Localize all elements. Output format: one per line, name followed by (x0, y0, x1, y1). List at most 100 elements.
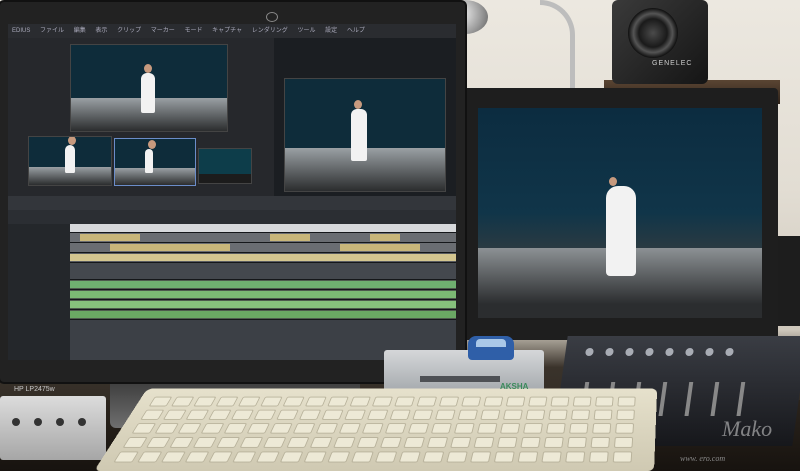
keyboard-key (480, 409, 501, 420)
keyboard-key (162, 409, 187, 420)
keyboard-key (185, 409, 210, 420)
menu-item[interactable]: 設定 (325, 28, 337, 34)
keyboard-key (502, 409, 523, 420)
keyboard-key (366, 409, 389, 420)
keyboard-key (493, 451, 515, 463)
mixer-knob (664, 348, 675, 356)
keyboard-key (260, 396, 283, 407)
hp-logo (266, 12, 278, 22)
audio-track[interactable] (70, 300, 456, 310)
keyboard-key (232, 451, 257, 463)
monitor-model-label: HP LP2475w (14, 386, 55, 393)
keyboard-key (546, 423, 566, 434)
keyboard-key (461, 396, 482, 407)
video-clip[interactable] (80, 234, 140, 241)
keyboard-key (208, 451, 233, 463)
keyboard-key (550, 396, 570, 407)
keyboard-key (470, 451, 492, 463)
audio-clip[interactable] (70, 301, 456, 308)
audio-knob (78, 418, 86, 426)
keyboard-key (394, 396, 416, 407)
keyboard-key (407, 423, 430, 434)
video-track[interactable] (70, 243, 456, 253)
player-toolbar[interactable] (8, 196, 456, 210)
video-track[interactable] (70, 253, 456, 263)
keyboard-key (137, 451, 163, 463)
record-preview[interactable] (284, 78, 446, 192)
empty-track[interactable] (70, 263, 456, 280)
keyboard-key (145, 437, 171, 448)
video-clip[interactable] (340, 244, 420, 251)
audio-knob (12, 418, 20, 426)
menu-item[interactable]: クリップ (117, 28, 141, 34)
keyboard-key (200, 423, 225, 434)
audio-clip[interactable] (70, 311, 456, 318)
keyboard-key (473, 437, 495, 448)
menu-item[interactable]: ファイル (40, 28, 64, 34)
keyboard-key (122, 437, 148, 448)
keyboard-key (303, 451, 327, 463)
audio-interface (0, 396, 106, 460)
timeline[interactable] (70, 224, 456, 360)
audio-track[interactable] (70, 290, 456, 300)
menu-item[interactable]: ヘルプ (347, 28, 365, 34)
keyboard-key (279, 451, 304, 463)
timeline-toolbar[interactable] (8, 210, 456, 224)
keyboard-key (412, 409, 434, 420)
audio-clip[interactable] (70, 291, 456, 298)
photo-scene: GENELEC HP LP2475w EDIUS ファイル 編集 表示 クリップ… (0, 0, 800, 471)
mixer-knob (684, 348, 695, 356)
editor-menubar: EDIUS ファイル 編集 表示 クリップ マーカー モード キャプチャ レンダ… (8, 24, 456, 38)
keyboard-key (528, 396, 548, 407)
keyboard-key (327, 396, 349, 407)
keyboard-key (398, 451, 421, 463)
video-clip[interactable] (70, 254, 456, 261)
menu-item[interactable]: マーカー (151, 28, 175, 34)
menu-item[interactable]: 編集 (74, 28, 86, 34)
app-title[interactable]: EDIUS (12, 28, 30, 34)
keyboard-key (253, 409, 277, 420)
menu-item[interactable]: ツール (297, 28, 315, 34)
menu-item[interactable]: レンダリング (252, 28, 288, 34)
keyboard-key (286, 437, 310, 448)
video-track[interactable] (70, 233, 456, 243)
menu-item[interactable]: キャプチャ (212, 28, 242, 34)
thumbnail-2[interactable] (114, 138, 196, 186)
keyboard-key (483, 396, 504, 407)
thumbnail-3[interactable] (198, 148, 252, 184)
menu-item[interactable]: 表示 (95, 28, 107, 34)
lamp-arm (540, 0, 575, 100)
thumbnail-stage (199, 174, 251, 183)
audio-track[interactable] (70, 310, 456, 320)
keyboard-key (446, 451, 468, 463)
audio-clip[interactable] (70, 281, 456, 288)
toy-car-window (476, 339, 506, 347)
keyboard-key (246, 423, 270, 434)
source-preview[interactable] (70, 44, 228, 132)
keyboard-key (160, 451, 186, 463)
keyboard-key (239, 437, 264, 448)
thumbnail-performer (65, 137, 76, 173)
video-clip[interactable] (270, 234, 310, 241)
keyboard-key (148, 396, 173, 407)
keyboard-key (543, 437, 564, 448)
keyboard-key (457, 409, 479, 420)
record-performer (351, 100, 367, 161)
keyboard-key (169, 437, 194, 448)
keyboard-key (548, 409, 568, 420)
disc-slot (420, 376, 500, 382)
mixer-knob (704, 348, 715, 356)
keyboard-key (193, 396, 217, 407)
timeline-ruler[interactable] (70, 224, 456, 233)
right-monitor-screen (478, 108, 762, 318)
mixer-fader (658, 382, 668, 416)
audio-track[interactable] (70, 280, 456, 290)
keyboard-key (379, 437, 402, 448)
video-clip[interactable] (370, 234, 400, 241)
keyboard-key (422, 451, 445, 463)
video-clip[interactable] (110, 244, 230, 251)
menu-item[interactable]: モード (184, 28, 202, 34)
keyboard-key (216, 437, 241, 448)
thumbnail-1[interactable] (28, 136, 112, 186)
keyboard-key (256, 451, 280, 463)
